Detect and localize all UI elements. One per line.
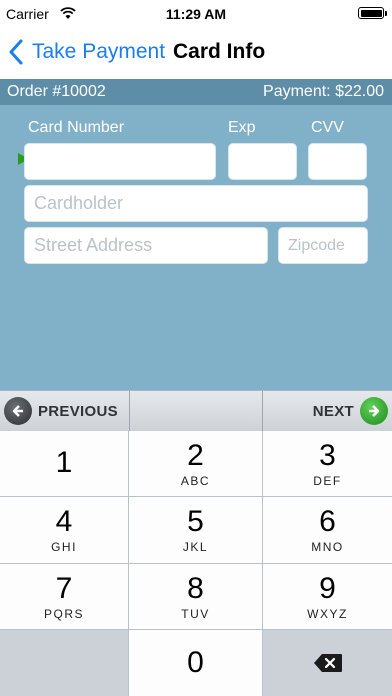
toolbar-divider bbox=[262, 391, 263, 432]
key-0[interactable]: 0 bbox=[129, 630, 262, 696]
key-digit: 6 bbox=[319, 505, 336, 538]
key-letters: GHI bbox=[51, 540, 77, 554]
next-button[interactable]: NEXT bbox=[313, 395, 388, 427]
backspace-icon bbox=[313, 654, 342, 672]
backspace-key[interactable] bbox=[263, 630, 392, 696]
key-letters: JKL bbox=[182, 540, 209, 554]
key-letters: ABC bbox=[180, 473, 211, 488]
keyboard-toolbar: PREVIOUS NEXT bbox=[0, 390, 392, 432]
order-summary-bar: Order #10002 Payment: $22.00 bbox=[0, 79, 392, 105]
navigation-bar: Take Payment Card Info bbox=[0, 28, 392, 78]
previous-arrow-icon bbox=[4, 397, 32, 425]
card-number-label: Card Number bbox=[28, 119, 125, 136]
next-label: NEXT bbox=[312, 402, 354, 420]
key-1[interactable]: 1 bbox=[0, 431, 128, 496]
battery-icon bbox=[358, 7, 387, 19]
cvv-field[interactable] bbox=[308, 143, 367, 180]
key-digit: 2 bbox=[187, 438, 204, 472]
key-3[interactable]: 3 DEF bbox=[263, 431, 392, 496]
key-digit: 3 bbox=[319, 438, 336, 472]
back-chevron-icon bbox=[9, 39, 23, 65]
key-letters: WXYZ bbox=[307, 606, 348, 621]
cardholder-field[interactable]: Cardholder bbox=[24, 185, 368, 222]
exp-label: Exp bbox=[228, 119, 256, 136]
back-button-label: Take Payment bbox=[32, 40, 166, 63]
key-digit: 0 bbox=[187, 646, 204, 679]
key-5[interactable]: 5 JKL bbox=[129, 497, 262, 563]
key-6[interactable]: 6 MNO bbox=[263, 497, 392, 563]
status-bar: Carrier 11:29 AM bbox=[0, 0, 392, 28]
previous-label: PREVIOUS bbox=[38, 402, 118, 420]
key-letters: DEF bbox=[313, 473, 342, 488]
payment-amount: Payment: $22.00 bbox=[263, 83, 384, 100]
key-2[interactable]: 2 ABC bbox=[129, 431, 262, 496]
cvv-label: CVV bbox=[311, 119, 344, 136]
key-letters: PQRS bbox=[43, 606, 84, 621]
key-digit: 9 bbox=[319, 571, 336, 605]
key-blank bbox=[0, 630, 128, 696]
status-time: 11:29 AM bbox=[165, 6, 227, 22]
back-button[interactable]: Take Payment bbox=[8, 36, 165, 68]
zipcode-field[interactable]: Zipcode bbox=[278, 227, 368, 264]
toolbar-divider bbox=[129, 391, 130, 432]
key-9[interactable]: 9 WXYZ bbox=[263, 564, 392, 629]
card-number-field[interactable] bbox=[24, 143, 216, 180]
key-letters: MNO bbox=[311, 540, 344, 554]
key-7[interactable]: 7 PQRS bbox=[0, 564, 128, 629]
key-4[interactable]: 4 GHI bbox=[0, 497, 128, 563]
next-arrow-icon bbox=[360, 397, 388, 425]
key-digit: 7 bbox=[55, 571, 73, 605]
previous-button[interactable]: PREVIOUS bbox=[4, 395, 118, 427]
exp-field[interactable] bbox=[228, 143, 297, 180]
street-address-field[interactable]: Street Address bbox=[24, 227, 268, 264]
card-form: Card Number Exp CVV Cardholder Street Ad… bbox=[0, 105, 392, 390]
key-letters: TUV bbox=[181, 606, 210, 621]
page-title: Card Info bbox=[173, 40, 266, 63]
key-digit: 5 bbox=[187, 505, 204, 538]
key-digit: 1 bbox=[55, 445, 73, 479]
order-number: Order #10002 bbox=[7, 83, 106, 100]
key-8[interactable]: 8 TUV bbox=[129, 564, 262, 629]
key-digit: 8 bbox=[187, 571, 204, 605]
numeric-keypad: 1 2 ABC 3 DEF 4 GHI 5 JKL 6 MNO 7 PQRS 8… bbox=[0, 431, 392, 696]
key-digit: 4 bbox=[55, 505, 73, 538]
